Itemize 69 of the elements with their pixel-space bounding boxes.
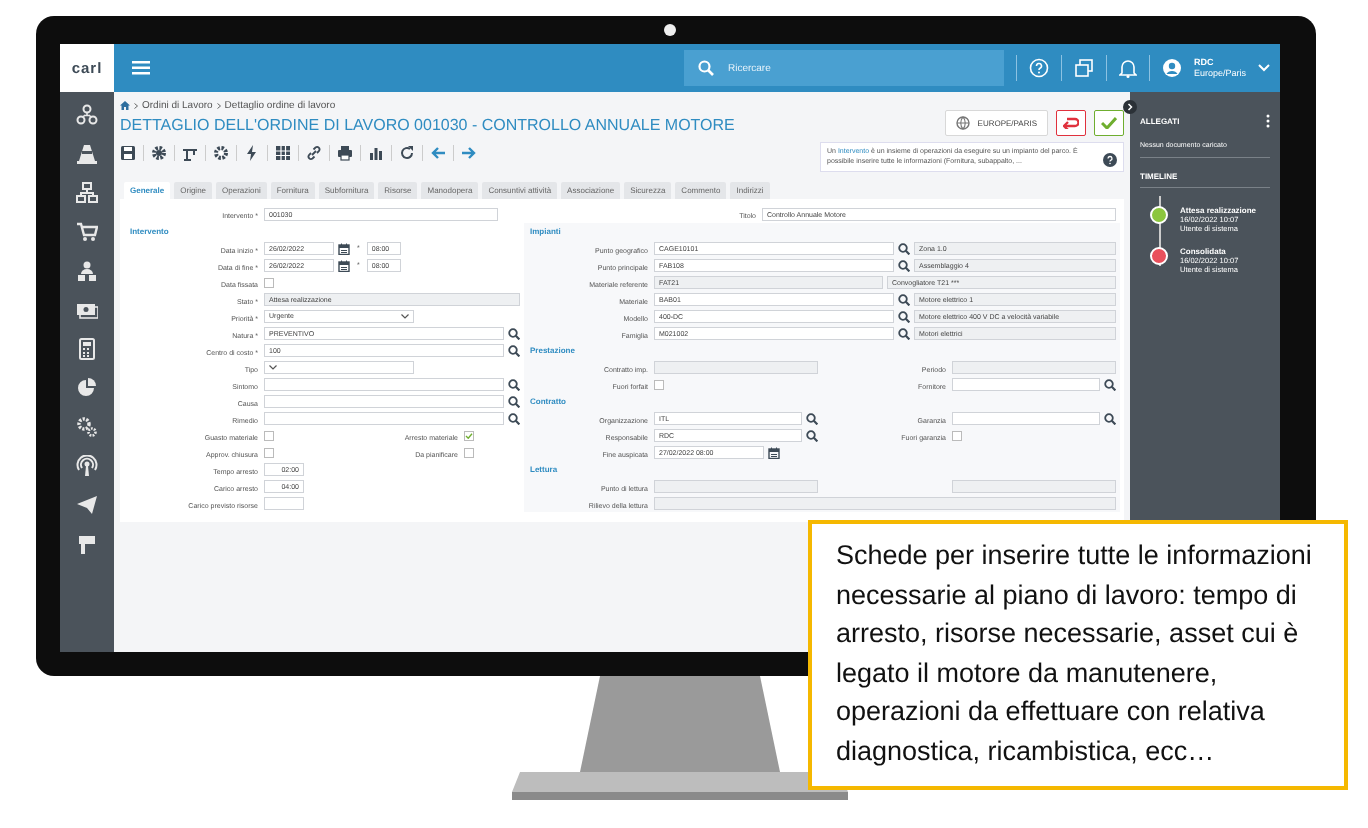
search-icon[interactable] [508, 395, 520, 408]
refresh-icon[interactable] [399, 145, 415, 161]
people-icon[interactable] [76, 260, 98, 282]
input-field[interactable] [952, 412, 1100, 425]
checkbox[interactable] [464, 447, 474, 458]
search-icon[interactable] [1104, 412, 1116, 425]
lightning-icon[interactable] [244, 145, 260, 161]
undo-icon [1063, 117, 1079, 129]
undo-button[interactable] [1056, 110, 1086, 136]
search-icon[interactable] [806, 412, 818, 425]
search-icon [697, 60, 714, 76]
pie-chart-icon[interactable] [76, 377, 98, 399]
broadcast-icon[interactable] [76, 455, 98, 477]
gear-icon[interactable] [213, 145, 229, 161]
cone-icon[interactable] [76, 143, 98, 165]
checkbox[interactable] [264, 447, 274, 458]
calendar-icon[interactable] [768, 446, 780, 459]
banknotes-icon[interactable] [76, 299, 98, 321]
globe-icon [955, 116, 970, 130]
paper-plane-icon[interactable] [76, 494, 98, 516]
arrow-left-icon[interactable] [430, 145, 446, 161]
camera-dot [664, 24, 676, 36]
input-field[interactable] [264, 412, 504, 425]
calendar-icon[interactable] [338, 259, 350, 272]
search-icon[interactable] [806, 429, 818, 442]
checkbox[interactable] [264, 430, 274, 441]
callout-text: Schede per inserire tutte le informazioni necessarie al piano di lavoro: tempo di arresto, risorse necessarie, asset cui è legato il motore da manutenere, operazioni da effettuare con relativa diagnostica, ricambistica, ecc… [808, 520, 1348, 790]
checkbox[interactable] [264, 277, 274, 288]
input-field[interactable] [264, 395, 504, 408]
checkmark-icon [1101, 117, 1117, 129]
arrow-right-icon[interactable] [461, 145, 477, 161]
save-icon[interactable] [120, 145, 136, 161]
network-icon[interactable] [76, 104, 98, 126]
collapse-icon[interactable] [1123, 100, 1137, 114]
search-icon[interactable] [898, 327, 910, 340]
search-icon[interactable] [508, 344, 520, 357]
search-icon[interactable] [898, 259, 910, 272]
checkbox[interactable] [952, 430, 962, 441]
search-icon[interactable] [898, 310, 910, 323]
gears-icon[interactable] [76, 416, 98, 438]
print-icon[interactable] [337, 145, 353, 161]
page-title: DETTAGLIO DELL'ORDINE DI LAVORO 001030 - CONTROLLO ANNUALE MOTORE [120, 117, 735, 135]
help-icon[interactable] [1103, 153, 1117, 167]
search-icon[interactable] [898, 293, 910, 306]
checkbox[interactable] [464, 430, 474, 441]
caret-icon[interactable] [1258, 64, 1270, 72]
link-icon[interactable] [306, 145, 322, 161]
search-icon[interactable] [508, 412, 520, 425]
search-icon[interactable] [898, 242, 910, 255]
menu-icon[interactable] [132, 61, 150, 75]
search-icon[interactable] [508, 378, 520, 391]
search-icon[interactable] [1104, 378, 1116, 391]
checkbox[interactable] [654, 379, 664, 390]
input-field[interactable] [264, 378, 504, 391]
gear-icon[interactable] [151, 145, 167, 161]
bar-chart-icon[interactable] [368, 145, 384, 161]
search-icon[interactable] [508, 327, 520, 340]
calendar-icon[interactable] [338, 242, 350, 255]
calculator-icon[interactable] [76, 338, 98, 360]
input-field[interactable] [952, 378, 1100, 391]
hierarchy-icon[interactable] [76, 182, 98, 204]
cart-icon[interactable] [76, 221, 98, 243]
windows-icon[interactable] [1073, 58, 1094, 78]
grid-icon[interactable] [275, 145, 291, 161]
checkmark-icon [465, 432, 473, 439]
input-field[interactable] [264, 497, 304, 510]
user-icon[interactable] [1161, 58, 1182, 78]
bell-icon[interactable] [1118, 58, 1137, 78]
home-icon[interactable] [120, 101, 130, 110]
